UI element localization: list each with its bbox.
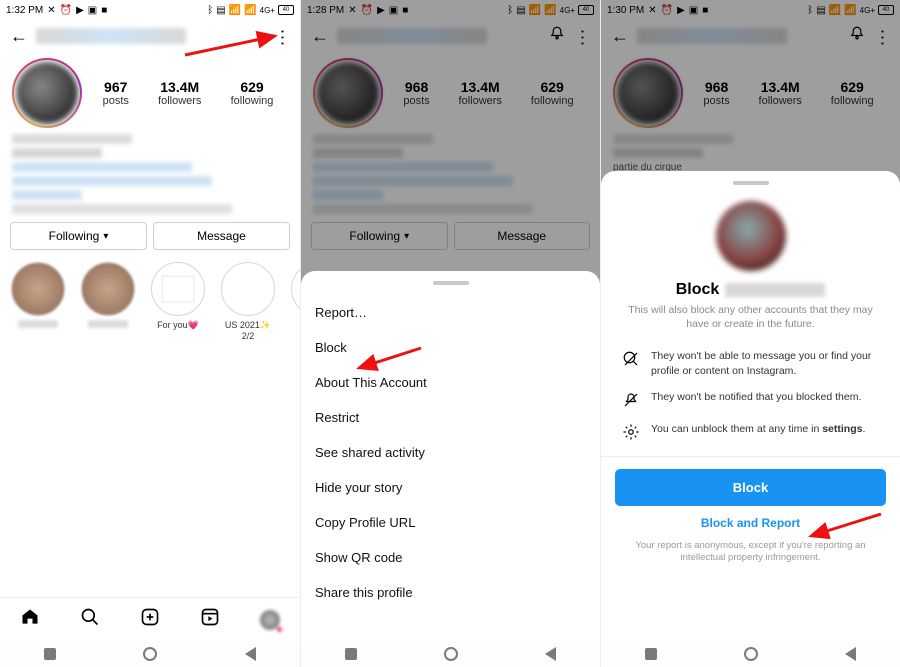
stop-icon: ■ — [101, 5, 107, 16]
menu-report[interactable]: Report… — [315, 295, 586, 330]
more-options-button[interactable]: ⋯ — [272, 28, 293, 44]
dnd-icon: ✕ — [47, 5, 55, 16]
bluetooth-icon: ᛒ — [207, 5, 213, 16]
screenshot-step-2: 1:28 PM ✕⏰ ▶▣■ ᛒ▤ 📶📶 4G+ 40 ← ⋯ 968p — [300, 0, 600, 667]
back-button[interactable]: ← — [10, 26, 28, 47]
block-subtitle: This will also block any other accounts … — [615, 299, 886, 343]
menu-qrcode[interactable]: Show QR code — [315, 540, 586, 575]
alarm-icon: ⏰ — [60, 5, 72, 16]
block-target-name-redacted — [725, 283, 825, 297]
menu-copyurl[interactable]: Copy Profile URL — [315, 505, 586, 540]
youtube-icon: ▶ — [76, 5, 84, 16]
back-sys-button[interactable] — [245, 647, 256, 661]
settings-gear-icon — [621, 422, 641, 442]
block-info-row: You can unblock them at any time in sett… — [615, 416, 886, 448]
reels-icon[interactable] — [200, 607, 220, 633]
screenshot-step-1: 1:32 PM ✕ ⏰ ▶ ▣ ■ ᛒ ▤ 📶 📶 4G+ 40 ← ⋯ — [0, 0, 300, 667]
sheet-grabber[interactable] — [733, 181, 769, 185]
menu-share[interactable]: Share this profile — [315, 575, 586, 610]
highlight-item[interactable]: US 20 — [288, 262, 300, 341]
app-bar: ← ⋯ — [0, 20, 300, 52]
block-confirm-sheet: Block This will also block any other acc… — [601, 171, 900, 641]
following-button[interactable]: Following ▾ — [10, 222, 147, 250]
menu-shared[interactable]: See shared activity — [315, 435, 586, 470]
block-confirm-button[interactable]: Block — [615, 469, 886, 506]
block-target-avatar — [716, 201, 786, 271]
profile-header: 967 posts 13.4M followers 629 following — [0, 52, 300, 132]
menu-restrict[interactable]: Restrict — [315, 400, 586, 435]
block-info-row: They won't be notified that you blocked … — [615, 384, 886, 416]
search-icon[interactable] — [80, 607, 100, 633]
menu-hidestory[interactable]: Hide your story — [315, 470, 586, 505]
block-info-row: They won't be able to message you or fin… — [615, 343, 886, 383]
home-icon[interactable] — [20, 607, 40, 633]
menu-about[interactable]: About This Account — [315, 365, 586, 400]
bottom-nav — [0, 597, 300, 641]
avatar[interactable] — [12, 58, 82, 128]
system-nav — [0, 641, 300, 667]
report-disclaimer: Your report is anonymous, except if you'… — [615, 540, 886, 565]
highlight-item[interactable]: US 2021✨ 2/2 — [218, 262, 278, 341]
net-label: 4G+ — [260, 6, 275, 15]
highlight-item[interactable] — [78, 262, 138, 341]
signal-icon: 📶 — [229, 5, 241, 16]
home-button[interactable] — [143, 647, 157, 661]
status-time: 1:32 PM — [6, 5, 43, 16]
stat-followers[interactable]: 13.4M followers — [158, 79, 201, 107]
highlight-item[interactable] — [8, 262, 68, 341]
screenshot-step-3: 1:30 PM ✕⏰ ▶▣■ ᛒ▤ 📶📶 4G+ 40 ← ⋯ 968p — [600, 0, 900, 667]
sheet-grabber[interactable] — [433, 281, 469, 285]
recents-button[interactable] — [44, 648, 56, 660]
status-bar: 1:32 PM ✕ ⏰ ▶ ▣ ■ ᛒ ▤ 📶 📶 4G+ 40 — [0, 0, 300, 20]
block-and-report-button[interactable]: Block and Report — [615, 506, 886, 540]
sim-icon: ▤ — [216, 5, 225, 16]
menu-block[interactable]: Block — [315, 330, 586, 365]
new-post-icon[interactable] — [140, 607, 160, 633]
chevron-down-icon: ▾ — [103, 231, 108, 242]
message-button[interactable]: Message — [153, 222, 290, 250]
system-nav — [601, 641, 900, 667]
system-nav — [301, 641, 600, 667]
blocked-search-icon — [621, 349, 641, 369]
block-title: Block — [615, 281, 886, 299]
highlight-item[interactable]: For you💗 — [148, 262, 208, 341]
options-bottom-sheet: Report… Block About This Account Restric… — [301, 271, 600, 641]
bell-off-icon — [621, 390, 641, 410]
stat-following[interactable]: 629 following — [231, 79, 274, 107]
stat-posts[interactable]: 967 posts — [103, 79, 129, 107]
instagram-icon: ▣ — [88, 5, 97, 16]
bio-redacted — [12, 134, 288, 214]
battery-icon: 40 — [278, 5, 294, 15]
story-highlights: For you💗 US 2021✨ 2/2 US 20 — [0, 256, 300, 347]
profile-tab-icon[interactable] — [260, 610, 280, 630]
username-redacted — [36, 28, 186, 44]
signal2-icon: 📶 — [244, 5, 256, 16]
